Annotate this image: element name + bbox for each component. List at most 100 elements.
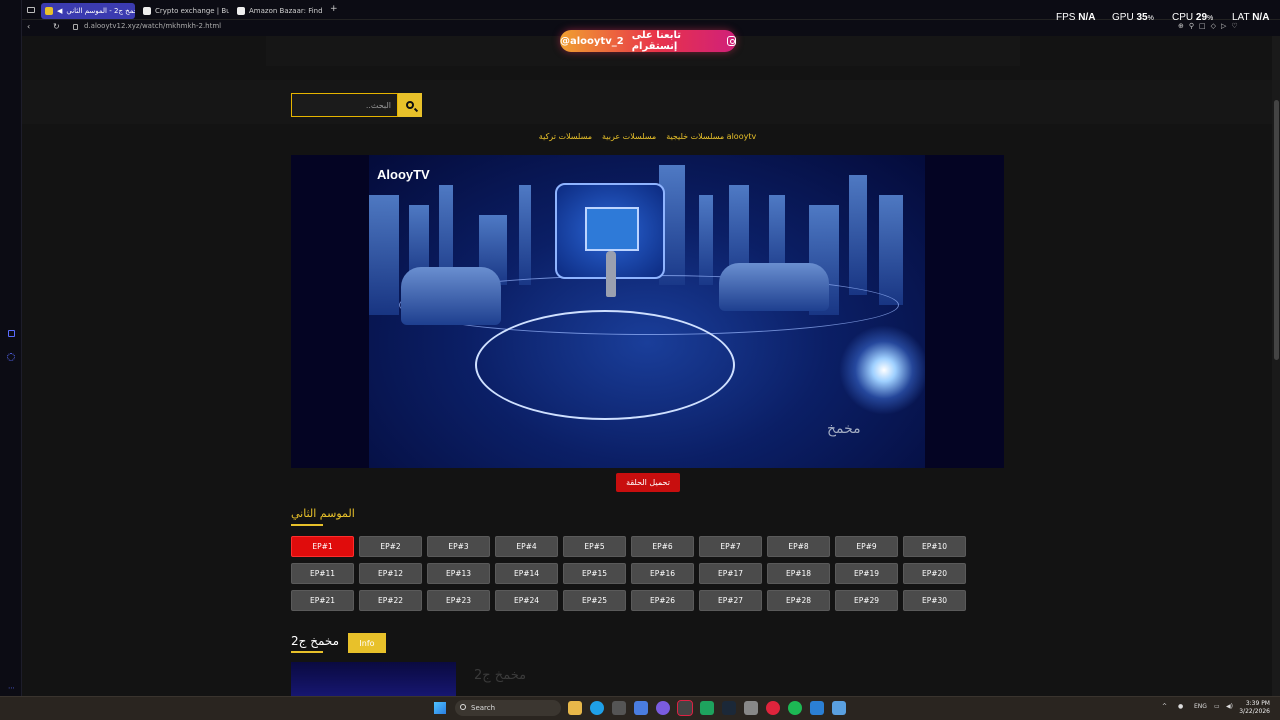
app-icon[interactable] xyxy=(677,700,693,716)
tab-crypto[interactable]: Crypto exchange | Buy cr xyxy=(139,3,229,19)
episode-button[interactable]: EP#14 xyxy=(495,563,558,584)
download-episode-button[interactable]: تحميل الحلقة xyxy=(616,473,680,492)
show-title: مخمخ ج2 xyxy=(291,634,340,648)
site-info-icon[interactable] xyxy=(73,24,78,30)
episode-button[interactable]: EP#13 xyxy=(427,563,490,584)
back-icon[interactable]: ‹ xyxy=(27,22,30,31)
reload-icon[interactable]: ↻ xyxy=(53,22,60,31)
photos-icon[interactable] xyxy=(832,701,846,715)
file-explorer-icon[interactable] xyxy=(568,701,582,715)
store-icon[interactable] xyxy=(612,701,626,715)
vscode-icon[interactable] xyxy=(810,701,824,715)
network-icon[interactable]: ▭ xyxy=(1214,703,1220,710)
episode-button[interactable]: EP#19 xyxy=(835,563,898,584)
scrollbar-thumb[interactable] xyxy=(1274,100,1279,360)
tab-amazon-bazaar[interactable]: Amazon Bazaar: Find new xyxy=(233,3,325,19)
episode-button[interactable]: EP#7 xyxy=(699,536,762,557)
video-frame: AlooyTV مخمخ xyxy=(369,155,925,468)
microphone-icon[interactable]: ● xyxy=(1178,703,1183,710)
episode-button[interactable]: EP#1 xyxy=(291,536,354,557)
browser-side-rail xyxy=(0,0,22,696)
gpu-label: GPU xyxy=(1112,12,1134,23)
episode-button[interactable]: EP#22 xyxy=(359,590,422,611)
gpu-value: 35 xyxy=(1136,12,1148,23)
episode-button[interactable]: EP#25 xyxy=(563,590,626,611)
search-button[interactable] xyxy=(398,93,422,117)
episode-button[interactable]: EP#29 xyxy=(835,590,898,611)
episode-button[interactable]: EP#24 xyxy=(495,590,558,611)
edge-icon[interactable] xyxy=(590,701,604,715)
category-turkish-series[interactable]: مسلسلات تركية xyxy=(539,132,592,141)
rail-more-icon[interactable]: ⋯ xyxy=(8,684,15,692)
address-bar-tools-icon[interactable]: ⊕⚲□◇▷♡ xyxy=(1178,22,1243,30)
episode-grid: EP#1 EP#2 EP#3 EP#4 EP#5 EP#6 EP#7 EP#8 EP#9 EP#1… xyxy=(291,536,971,611)
fps-readout: FPS N/A xyxy=(1056,12,1095,23)
episode-button[interactable]: EP#26 xyxy=(631,590,694,611)
episode-button[interactable]: EP#3 xyxy=(427,536,490,557)
discord-icon[interactable] xyxy=(656,701,670,715)
search-icon xyxy=(460,704,466,710)
rail-settings-icon[interactable] xyxy=(7,353,15,361)
lat-label: LAT xyxy=(1232,12,1250,23)
episode-button[interactable]: EP#18 xyxy=(767,563,830,584)
volume-icon[interactable]: ◀) xyxy=(1226,703,1233,710)
workspaces-icon[interactable] xyxy=(27,7,35,13)
episode-button[interactable]: EP#17 xyxy=(699,563,762,584)
episode-button[interactable]: EP#21 xyxy=(291,590,354,611)
episode-button[interactable]: EP#27 xyxy=(699,590,762,611)
steam-icon[interactable] xyxy=(722,701,736,715)
episode-button[interactable]: EP#30 xyxy=(903,590,966,611)
info-button[interactable]: Info xyxy=(348,633,386,653)
category-gulf-series[interactable]: alooytv مسلسلات خليجية xyxy=(666,132,756,141)
episode-button[interactable]: EP#28 xyxy=(767,590,830,611)
taskbar-clock[interactable]: 3:39 PM 3/22/2026 xyxy=(1238,700,1270,716)
skyline xyxy=(369,195,399,315)
tab-label: Amazon Bazaar: Find new xyxy=(249,7,325,15)
cpu-readout: CPU 29% xyxy=(1172,12,1213,23)
gpu-readout: GPU 35% xyxy=(1112,12,1154,23)
start-icon[interactable] xyxy=(434,702,446,714)
notepad-icon[interactable] xyxy=(744,701,758,715)
search-band xyxy=(22,80,1272,124)
episode-button[interactable]: EP#4 xyxy=(495,536,558,557)
show-card-title: مخمخ ج2 xyxy=(474,668,527,683)
episode-button[interactable]: EP#16 xyxy=(631,563,694,584)
spotify-icon[interactable] xyxy=(788,701,802,715)
episode-button[interactable]: EP#2 xyxy=(359,536,422,557)
episode-button[interactable]: EP#5 xyxy=(563,536,626,557)
url-field[interactable]: d.alooytv12.xyz/watch/mkhmkh-2.html xyxy=(84,22,221,30)
skyline xyxy=(879,195,903,305)
clock-date: 3/22/2026 xyxy=(1239,708,1270,715)
tray-overflow-icon[interactable]: ^ xyxy=(1162,703,1167,710)
episode-button[interactable]: EP#11 xyxy=(291,563,354,584)
tab-current[interactable]: ◀ مخمخ ج2 - الموسم الثاني xyxy=(41,3,135,19)
episode-button[interactable]: EP#10 xyxy=(903,536,966,557)
opera-icon[interactable] xyxy=(766,701,780,715)
episode-button[interactable]: EP#8 xyxy=(767,536,830,557)
language-indicator[interactable]: ENG xyxy=(1194,703,1207,710)
cpu-label: CPU xyxy=(1172,12,1194,23)
speaker-icon: ◀ xyxy=(57,7,63,15)
show-card-thumbnail[interactable] xyxy=(291,662,456,696)
mail-icon[interactable] xyxy=(634,701,648,715)
rail-wallet-icon[interactable] xyxy=(8,330,15,337)
episode-button[interactable]: EP#20 xyxy=(903,563,966,584)
instagram-follow-button[interactable]: @alooytv_2 تابعنا على إنستقرام xyxy=(560,30,736,52)
crypto-favicon-icon xyxy=(143,7,151,15)
taskbar-search[interactable]: Search xyxy=(455,700,561,716)
tab-label: Crypto exchange | Buy cr xyxy=(155,7,229,15)
tab-label: مخمخ ج2 - الموسم الثاني xyxy=(66,7,135,15)
new-tab-button[interactable]: + xyxy=(330,4,338,14)
episode-button[interactable]: EP#9 xyxy=(835,536,898,557)
episode-button[interactable]: EP#6 xyxy=(631,536,694,557)
episode-button[interactable]: EP#12 xyxy=(359,563,422,584)
video-player[interactable]: AlooyTV مخمخ xyxy=(291,155,1004,468)
xbox-icon[interactable] xyxy=(700,701,714,715)
skyline xyxy=(849,175,867,295)
search-input[interactable] xyxy=(291,93,398,117)
skyline xyxy=(699,195,713,285)
lat-readout: LAT N/A xyxy=(1232,12,1269,23)
category-arabic-series[interactable]: مسلسلات عربية xyxy=(602,132,656,141)
episode-button[interactable]: EP#23 xyxy=(427,590,490,611)
episode-button[interactable]: EP#15 xyxy=(563,563,626,584)
